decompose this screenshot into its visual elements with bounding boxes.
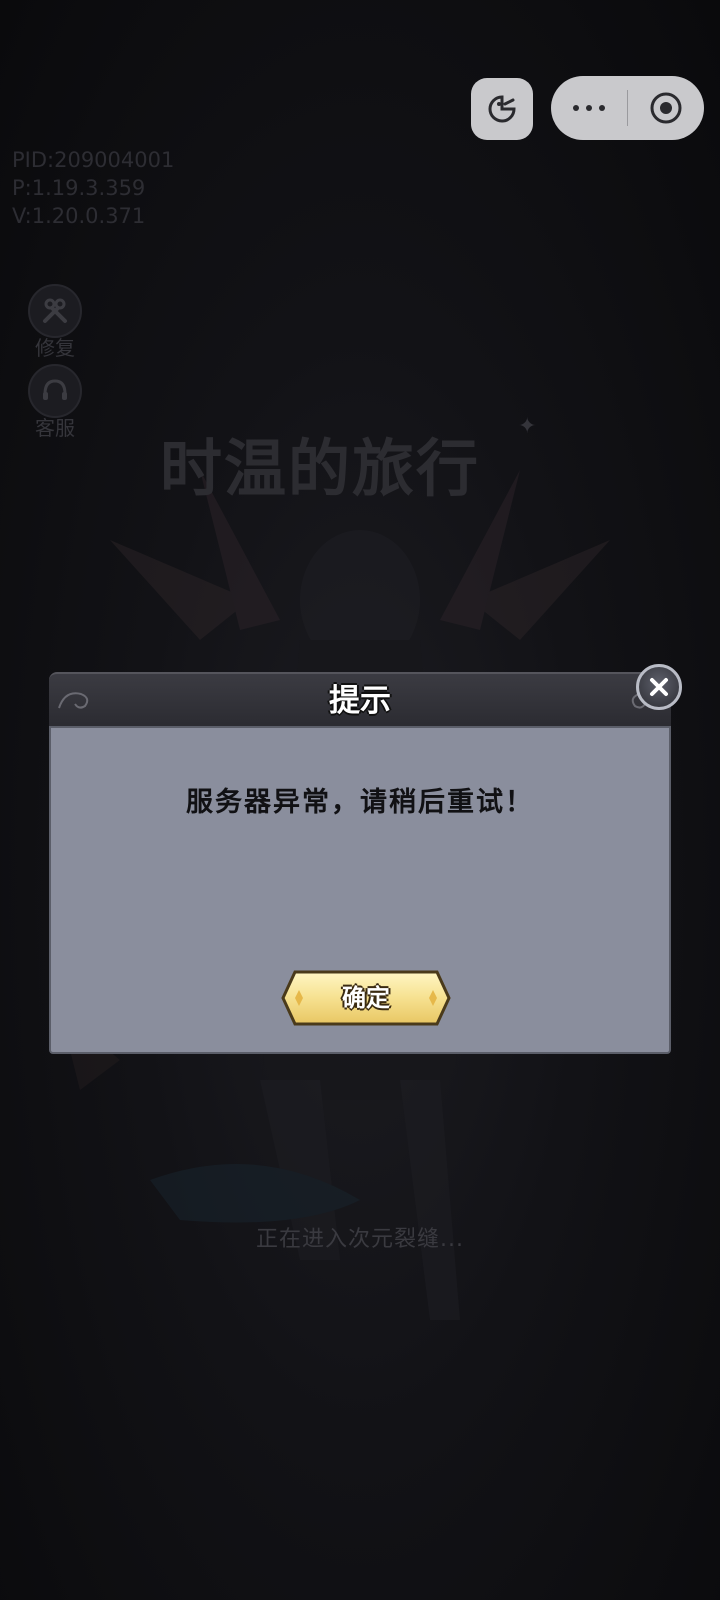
confirm-button[interactable]: 确定 [281,970,451,1026]
dialog-header: 提示 [49,672,671,728]
close-circle-icon [650,92,682,124]
dialog-close-button[interactable] [636,664,682,710]
close-x-icon [650,678,668,696]
game-center-button[interactable] [471,78,533,140]
service-label: 客服 [35,416,75,440]
game-screen: 时温的旅行 ✦ PID:209004001 P:1.19.3.359 V:1.2… [0,0,720,1600]
debug-info: PID:209004001 P:1.19.3.359 V:1.20.0.371 [12,146,174,230]
v-version-text: V:1.20.0.371 [12,204,146,228]
more-button[interactable] [551,76,627,140]
repair-button[interactable]: 修复 [26,284,84,361]
capsule-menu [551,76,704,140]
wrench-icon [28,284,82,338]
pid-text: PID:209004001 [12,148,175,172]
loading-text: 正在进入次元裂缝... [256,1227,464,1252]
sparkle-icon: ✦ [518,414,537,439]
repair-label: 修复 [35,336,75,360]
dialog-message: 服务器异常，请稍后重试！ [186,787,534,818]
game-controller-icon [488,95,516,123]
confirm-label: 确定 [342,984,390,1012]
p-version-text: P:1.19.3.359 [12,176,146,200]
headset-icon [28,364,82,418]
customer-service-button[interactable]: 客服 [26,364,84,441]
game-logo: 时温的旅行 [160,432,481,505]
more-dots-icon [573,105,579,111]
exit-button[interactable] [628,76,704,140]
dialog-title: 提示 [329,683,391,719]
